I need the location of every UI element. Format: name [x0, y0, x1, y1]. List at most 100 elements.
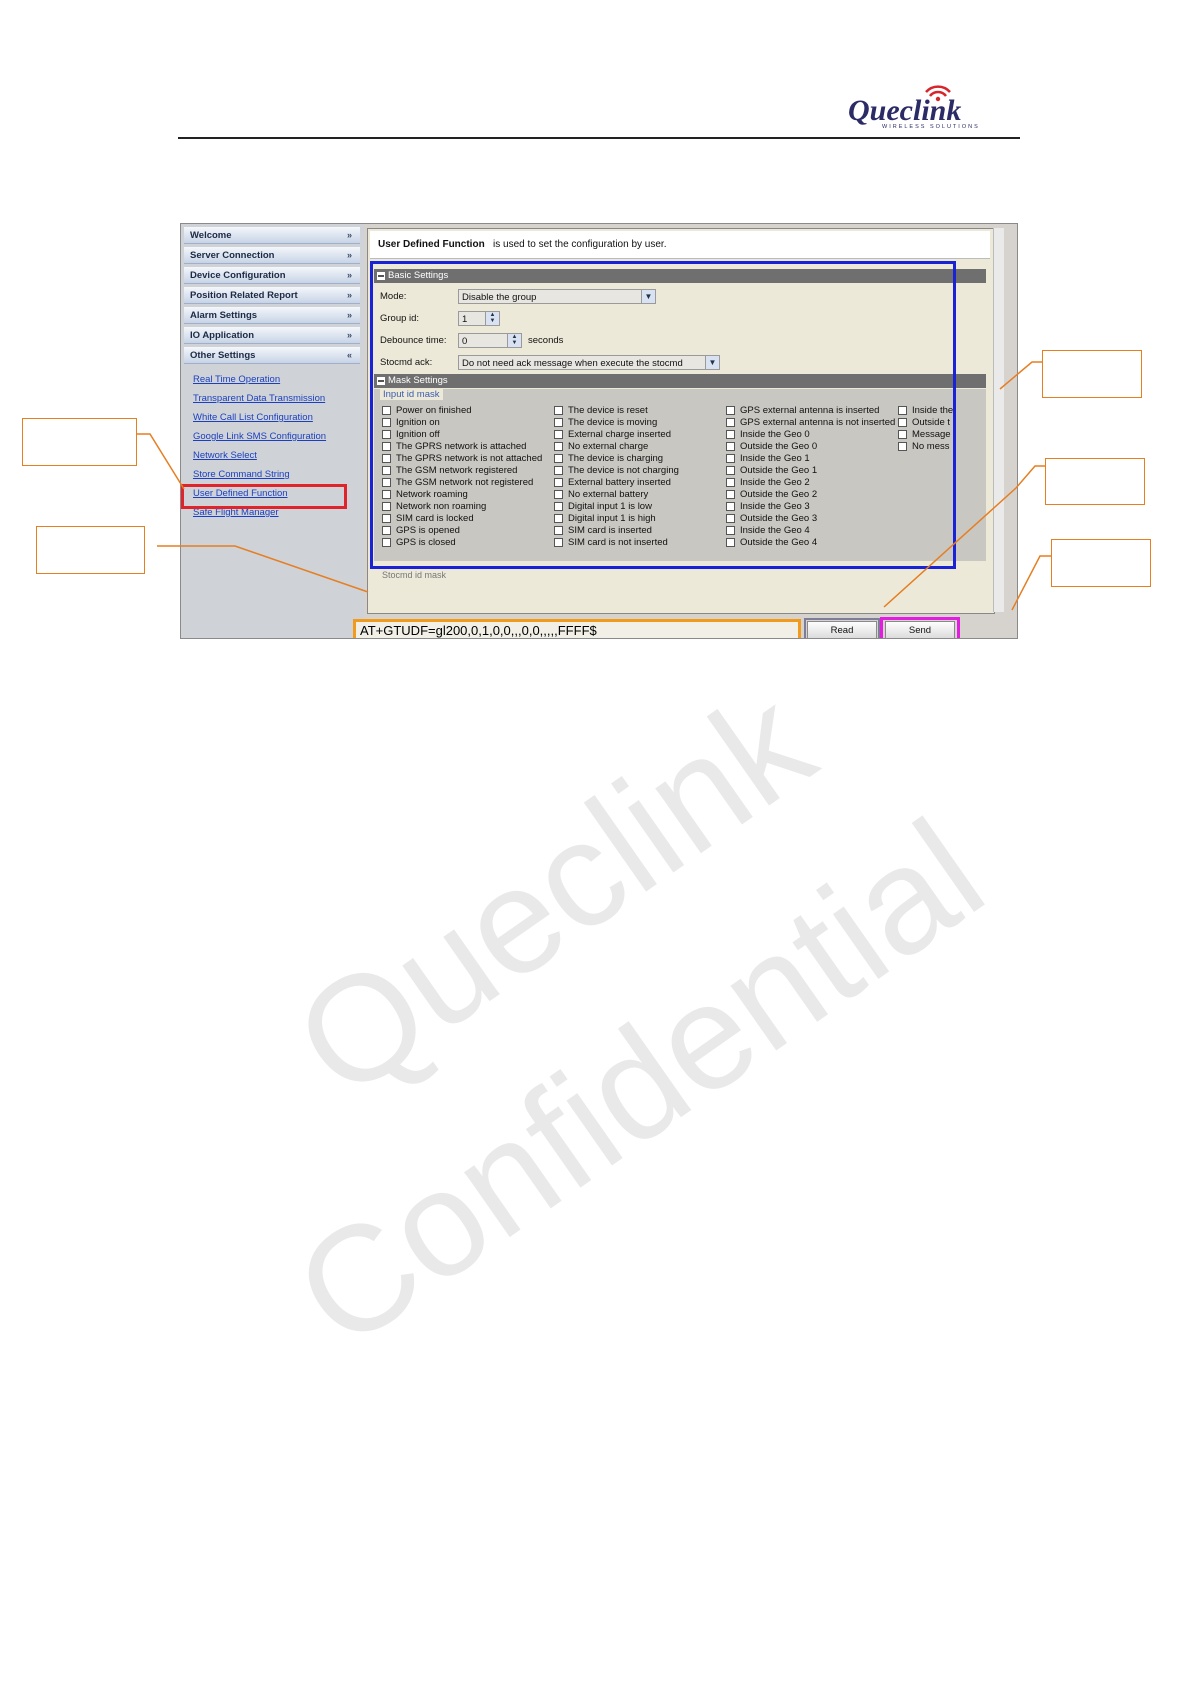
checkbox[interactable]	[382, 525, 391, 535]
mask-checkbox-item[interactable]: SIM card is inserted	[554, 525, 652, 537]
mask-checkbox-item[interactable]: The device is charging	[554, 453, 663, 465]
mask-checkbox-item[interactable]: Inside the Geo 1	[726, 453, 810, 465]
checkbox[interactable]	[554, 513, 563, 523]
checkbox[interactable]	[382, 465, 391, 475]
checkbox[interactable]	[554, 537, 563, 547]
checkbox-label: Inside the Geo 0	[740, 429, 810, 440]
checkbox[interactable]	[898, 429, 907, 439]
checkbox[interactable]	[726, 429, 735, 439]
checkbox[interactable]	[554, 405, 563, 415]
mask-checkbox-item[interactable]: The device is not charging	[554, 465, 679, 477]
sidebar-link-google-link-sms[interactable]: Google Link SMS Configuration	[193, 431, 326, 442]
checkbox[interactable]	[382, 441, 391, 451]
mask-checkbox-item[interactable]: Outside the Geo 4	[726, 537, 817, 549]
mask-checkbox-item[interactable]: Outside the Geo 2	[726, 489, 817, 501]
checkbox[interactable]	[898, 441, 907, 451]
mask-checkbox-item[interactable]: Inside the Geo 0	[726, 429, 810, 441]
mask-checkbox-item[interactable]: Ignition off	[382, 429, 440, 441]
sidebar-section-welcome[interactable]: Welcome »	[184, 227, 360, 244]
callout-box-read	[1045, 458, 1145, 505]
mask-checkbox-item[interactable]: GPS external antenna is inserted	[726, 405, 879, 417]
checkbox-label: The GSM network not registered	[396, 477, 534, 488]
mask-checkbox-item[interactable]: Inside the	[898, 405, 953, 417]
checkbox[interactable]	[554, 525, 563, 535]
mask-checkbox-item[interactable]: Inside the Geo 2	[726, 477, 810, 489]
mask-checkbox-item[interactable]: No mess	[898, 441, 949, 453]
checkbox[interactable]	[554, 477, 563, 487]
mask-checkbox-item[interactable]: No external charge	[554, 441, 648, 453]
checkbox-label: No external charge	[568, 441, 649, 452]
checkbox[interactable]	[554, 501, 563, 511]
checkbox[interactable]	[382, 417, 391, 427]
mask-checkbox-item[interactable]: The GSM network registered	[382, 465, 517, 477]
checkbox[interactable]	[554, 465, 563, 475]
mask-checkbox-item[interactable]: Network non roaming	[382, 501, 486, 513]
checkbox[interactable]	[382, 537, 391, 547]
mask-checkbox-item[interactable]: Outside the Geo 1	[726, 465, 817, 477]
mask-checkbox-item[interactable]: GPS is opened	[382, 525, 460, 537]
mask-checkbox-item[interactable]: External battery inserted	[554, 477, 671, 489]
checkbox[interactable]	[382, 429, 391, 439]
sidebar-section-position-report[interactable]: Position Related Report »	[184, 287, 360, 304]
mask-checkbox-item[interactable]: Ignition on	[382, 417, 440, 429]
checkbox[interactable]	[382, 453, 391, 463]
mask-checkbox-item[interactable]: GPS is closed	[382, 537, 456, 549]
checkbox[interactable]	[382, 513, 391, 523]
mask-checkbox-item[interactable]: SIM card is locked	[382, 513, 474, 525]
mask-checkbox-item[interactable]: Outside the Geo 0	[726, 441, 817, 453]
checkbox[interactable]	[898, 417, 907, 427]
sidebar-link-real-time-operation[interactable]: Real Time Operation	[193, 374, 280, 385]
mask-checkbox-item[interactable]: Network roaming	[382, 489, 468, 501]
checkbox[interactable]	[726, 405, 735, 415]
mask-checkbox-item[interactable]: External charge inserted	[554, 429, 671, 441]
mask-checkbox-item[interactable]: No external battery	[554, 489, 648, 501]
sidebar-section-alarm-settings[interactable]: Alarm Settings »	[184, 307, 360, 324]
checkbox[interactable]	[726, 525, 735, 535]
sidebar-section-other-settings[interactable]: Other Settings «	[184, 347, 360, 364]
checkbox[interactable]	[554, 453, 563, 463]
checkbox[interactable]	[726, 501, 735, 511]
checkbox[interactable]	[726, 453, 735, 463]
mask-checkbox-item[interactable]: Inside the Geo 3	[726, 501, 810, 513]
mask-checkbox-item[interactable]: The GPRS network is not attached	[382, 453, 542, 465]
mask-checkbox-item[interactable]: Outside t	[898, 417, 950, 429]
checkbox[interactable]	[726, 417, 735, 427]
checkbox[interactable]	[554, 429, 563, 439]
checkbox[interactable]	[382, 477, 391, 487]
checkbox[interactable]	[726, 477, 735, 487]
checkbox[interactable]	[554, 441, 563, 451]
sidebar-section-io-application[interactable]: IO Application »	[184, 327, 360, 344]
checkbox[interactable]	[726, 513, 735, 523]
checkbox[interactable]	[382, 489, 391, 499]
checkbox-label: Inside the	[912, 405, 954, 416]
sidebar-link-white-call-list[interactable]: White Call List Configuration	[193, 412, 313, 423]
sidebar-section-server-connection[interactable]: Server Connection »	[184, 247, 360, 264]
checkbox[interactable]	[726, 441, 735, 451]
mask-checkbox-item[interactable]: Power on finished	[382, 405, 472, 417]
checkbox-label: GPS external antenna is not inserted	[740, 417, 896, 428]
mask-checkbox-item[interactable]: Message	[898, 429, 951, 441]
checkbox[interactable]	[726, 465, 735, 475]
sidebar-section-device-configuration[interactable]: Device Configuration »	[184, 267, 360, 284]
checkbox[interactable]	[726, 537, 735, 547]
checkbox[interactable]	[726, 489, 735, 499]
sidebar-link-network-select[interactable]: Network Select	[193, 450, 257, 461]
mask-checkbox-item[interactable]: Inside the Geo 4	[726, 525, 810, 537]
mask-checkbox-item[interactable]: Outside the Geo 3	[726, 513, 817, 525]
mask-checkbox-item[interactable]: Digital input 1 is high	[554, 513, 656, 525]
mask-checkbox-item[interactable]: The GSM network not registered	[382, 477, 533, 489]
mask-checkbox-item[interactable]: Digital input 1 is low	[554, 501, 652, 513]
checkbox[interactable]	[554, 489, 563, 499]
checkbox[interactable]	[382, 405, 391, 415]
checkbox[interactable]	[382, 501, 391, 511]
mask-checkbox-item[interactable]: The device is moving	[554, 417, 657, 429]
checkbox[interactable]	[898, 405, 907, 415]
sidebar-link-transparent-data[interactable]: Transparent Data Transmission	[193, 393, 325, 404]
sidebar-link-store-command-string[interactable]: Store Command String	[193, 469, 290, 480]
mask-checkbox-item[interactable]: The device is reset	[554, 405, 648, 417]
mask-checkbox-item[interactable]: SIM card is not inserted	[554, 537, 668, 549]
mask-checkbox-item[interactable]: GPS external antenna is not inserted	[726, 417, 895, 429]
mask-checkbox-item[interactable]: The GPRS network is attached	[382, 441, 526, 453]
vertical-scrollbar[interactable]	[993, 228, 1004, 612]
checkbox[interactable]	[554, 417, 563, 427]
